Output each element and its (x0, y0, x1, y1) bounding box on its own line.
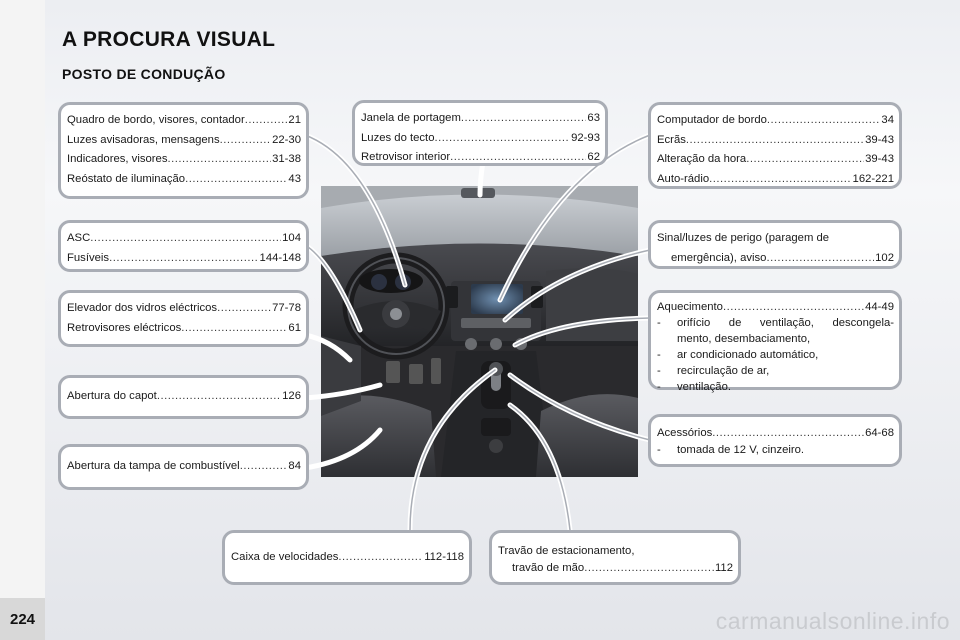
index-entry: emergência), aviso102 (657, 249, 894, 269)
index-entry: Reóstato de iluminação43 (67, 170, 301, 190)
index-entry: Computador de bordo34 (657, 111, 894, 131)
index-entry: Ecrãs39-43 (657, 131, 894, 151)
index-entry: Luzes do tecto92-93 (361, 129, 600, 149)
sub-item: - recirculação de ar, (657, 365, 770, 377)
box-trip-computer: Computador de bordo34 Ecrãs39-43 Alteraç… (648, 102, 902, 189)
box-power-windows: Elevador dos vidros eléctricos77-78 Retr… (58, 290, 309, 347)
box-fuel-flap: Abertura da tampa de combustível84 (58, 444, 309, 490)
index-entry: Fusíveis144-148 (67, 249, 301, 269)
page-number: 224 (0, 598, 45, 640)
sub-item: - ar condicionado automático, (657, 349, 819, 361)
box-toll-window: Janela de portagem63 Luzes do tecto92-93… (352, 100, 608, 166)
index-entry: travão de mão112 (498, 560, 733, 577)
index-entry: ASC104 (67, 229, 301, 249)
dashboard-photo (321, 186, 638, 477)
page-title: A PROCURA VISUAL (62, 28, 276, 51)
box-gearbox: Caixa de velocidades112-118 (222, 530, 472, 585)
box-instrument-panel: Quadro de bordo, visores, contador21 Luz… (58, 102, 309, 199)
sub-item: - tomada de 12 V, cinzeiro. (657, 444, 805, 456)
index-entry: Elevador dos vidros eléctricos77-78 (67, 299, 301, 319)
index-entry: Quadro de bordo, visores, contador21 (67, 111, 301, 131)
section-subtitle: POSTO DE CONDUÇÃO (62, 66, 226, 82)
box-asc-fuses: ASC104 Fusíveis144-148 (58, 220, 309, 272)
index-entry: Aquecimento44-49 (657, 299, 894, 315)
box-accessories: Acessórios64-68 -tomada de 12 V, cinzeir… (648, 414, 902, 467)
index-entry: Janela de portagem63 (361, 109, 600, 129)
box-parking-brake: Travão de estacionamento, travão de mão1… (489, 530, 741, 585)
index-entry: Acessórios64-68 (657, 425, 894, 442)
index-entry-line1: Sinal/luzes de perigo (paragem de (657, 232, 830, 244)
index-entry: Retrovisores eléctricos61 (67, 319, 301, 339)
index-entry: Luzes avisadoras, mensagens22-30 (67, 131, 301, 151)
box-bonnet-release: Abertura do capot126 (58, 375, 309, 419)
watermark: carmanualsonline.info (715, 608, 950, 634)
index-entry: Abertura do capot126 (67, 387, 301, 407)
sub-item: - ventilação. (657, 381, 732, 393)
index-entry: Indicadores, visores31-38 (67, 150, 301, 170)
left-margin (0, 0, 45, 640)
index-entry: Abertura da tampa de combustível84 (67, 457, 301, 477)
index-entry: Alteração da hora39-43 (657, 150, 894, 170)
index-entry-line1: Travão de estacionamento, (498, 545, 635, 557)
index-entry: Retrovisor interior62 (361, 148, 600, 168)
box-hazard-lights: Sinal/luzes de perigo (paragem de emergê… (648, 220, 902, 269)
box-heating: Aquecimento44-49 - orifício de ventilaçã… (648, 290, 902, 393)
sub-item: - orifício de ventilação, descongela-men… (657, 317, 894, 345)
index-entry: Caixa de velocidades112-118 (231, 548, 464, 568)
index-entry: Auto-rádio162-221 (657, 170, 894, 190)
